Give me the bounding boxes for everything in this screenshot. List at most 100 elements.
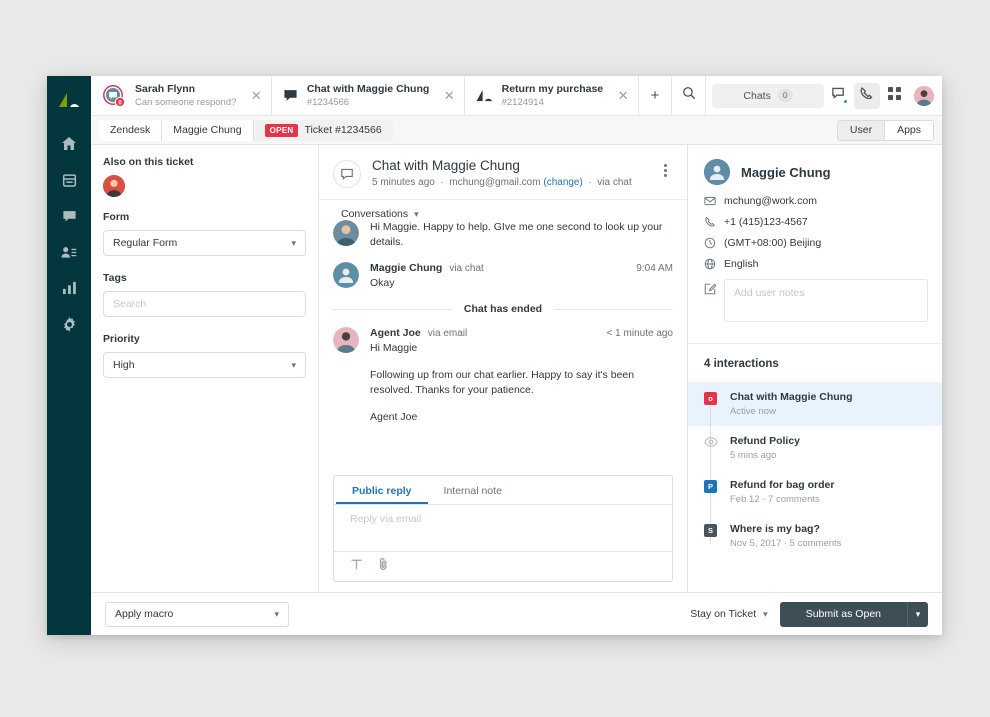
- toggle-user[interactable]: User: [837, 120, 885, 140]
- reply-textarea[interactable]: Reply via email: [334, 505, 672, 551]
- ticket-label: Ticket #1234566: [304, 124, 382, 136]
- breadcrumb-item-maggie-chung[interactable]: Maggie Chung: [162, 119, 254, 141]
- interaction-title: Where is my bag?: [730, 523, 820, 535]
- attachment-icon[interactable]: [377, 557, 390, 576]
- form-select[interactable]: Regular Form ▾: [103, 230, 306, 256]
- message-header: Agent Joe via email < 1 minute ago: [370, 327, 673, 339]
- also-on-ticket-avatar[interactable]: [103, 175, 125, 197]
- tab-chat-with-maggie-chung[interactable]: Chat with Maggie Chung #1234566 ✕: [271, 76, 465, 115]
- avatar[interactable]: [913, 85, 934, 106]
- conversation-channel: via chat: [597, 177, 632, 188]
- user-row-email: mchung@work.com: [704, 195, 928, 207]
- user-notes-input[interactable]: Add user notes: [724, 279, 928, 322]
- eye-icon: [704, 435, 718, 452]
- tab-strip: 0 Sarah Flynn Can someone respond? ✕ Cha…: [91, 76, 942, 116]
- user-name: Maggie Chung: [741, 164, 831, 180]
- message-body: Maggie Chung via chat 9:04 AM Okay: [370, 262, 673, 291]
- breadcrumb-item-ticket[interactable]: OPEN Ticket #1234566: [253, 119, 393, 141]
- chats-count-badge: 0: [777, 89, 793, 102]
- tab-return-my-purchase[interactable]: Return my purchase #2124914 ✕: [464, 76, 639, 115]
- mail-icon: [704, 195, 724, 207]
- grid-icon: [888, 86, 902, 105]
- list-item[interactable]: Refund Policy 5 mins ago: [688, 426, 942, 470]
- tags-placeholder: Search: [113, 298, 147, 310]
- apply-macro-value: Apply macro: [115, 608, 174, 620]
- plus-icon: +: [650, 87, 660, 104]
- globe-icon: [704, 258, 724, 270]
- sidebar-item-settings[interactable]: [52, 307, 86, 341]
- user-phone: +1 (415)123-4567: [724, 216, 808, 228]
- tab-internal-note[interactable]: Internal note: [428, 476, 518, 504]
- message-author: Maggie Chung: [370, 262, 443, 274]
- list-item[interactable]: P Refund for bag order Feb 12 · 7 commen…: [688, 470, 942, 514]
- list-item[interactable]: S Where is my bag? Nov 5, 2017 · 5 comme…: [688, 514, 942, 558]
- interaction-meta: 5 mins ago: [730, 450, 777, 461]
- change-email-link[interactable]: (change): [543, 177, 582, 188]
- tab-text: Return my purchase #2124914: [502, 83, 604, 109]
- stay-on-ticket-select[interactable]: Stay on Ticket ▾: [690, 608, 767, 620]
- zendesk-logo-icon[interactable]: [56, 87, 82, 113]
- message-body: Agent Joe via email < 1 minute ago Hi Ma…: [370, 327, 673, 425]
- submit-options-chevron-icon[interactable]: ▾: [907, 601, 928, 627]
- tab-subtitle: Can someone respond?: [135, 96, 237, 108]
- submit-group: Submit as Open ▾: [779, 601, 928, 627]
- tab-public-reply[interactable]: Public reply: [336, 476, 428, 504]
- interaction-title: Refund Policy: [730, 435, 801, 447]
- reply-composer: Public reply Internal note Reply via ema…: [333, 475, 673, 582]
- submit-as-open-button[interactable]: Submit as Open: [779, 601, 907, 627]
- interactions-list: o Chat with Maggie Chung Active now Refu…: [688, 382, 942, 558]
- conversation-scroll[interactable]: Conversations ▾ Hi Maggie. Happy to help…: [319, 199, 687, 475]
- avatar: [333, 262, 359, 288]
- search-icon: [682, 86, 696, 105]
- sidebar-item-home[interactable]: [52, 127, 86, 161]
- more-options-icon[interactable]: [658, 158, 673, 183]
- priority-select[interactable]: High ▾: [103, 352, 306, 378]
- chat-status-button[interactable]: [826, 83, 852, 109]
- message-time: < 1 minute ago: [606, 328, 673, 339]
- chats-pill-button[interactable]: Chats 0: [711, 83, 824, 108]
- interaction-meta: Active now: [730, 406, 776, 417]
- status-badge: OPEN: [264, 123, 299, 137]
- breadcrumb: Zendesk Maggie Chung OPEN Ticket #123456…: [99, 119, 393, 141]
- close-icon[interactable]: ✕: [444, 89, 455, 102]
- tab-subtitle: #1234566: [306, 96, 350, 108]
- tab-text: Chat with Maggie Chung #1234566: [306, 83, 430, 109]
- message-author: Agent Joe: [370, 327, 421, 339]
- content-columns: Also on this ticket Form Regular Form ▾ …: [91, 145, 942, 592]
- sidebar-item-reporting[interactable]: [52, 271, 86, 305]
- interactions-title: 4 interactions: [688, 343, 942, 382]
- close-icon[interactable]: ✕: [618, 89, 629, 102]
- search-button[interactable]: [672, 76, 706, 115]
- apply-macro-select[interactable]: Apply macro ▾: [105, 601, 289, 627]
- text-format-icon[interactable]: [350, 558, 363, 576]
- tags-input[interactable]: Search: [103, 291, 306, 317]
- chat-bubble-icon: [283, 88, 298, 103]
- close-icon[interactable]: ✕: [251, 89, 262, 102]
- tab-tools: Chats 0: [705, 76, 942, 115]
- breadcrumb-bar: Zendesk Maggie Chung OPEN Ticket #123456…: [91, 116, 942, 145]
- message-text: Hi Maggie. Happy to help. GIve me one se…: [370, 221, 663, 248]
- toggle-apps[interactable]: Apps: [884, 120, 933, 140]
- breadcrumb-label: Zendesk: [110, 124, 151, 136]
- list-item[interactable]: o Chat with Maggie Chung Active now: [688, 382, 942, 426]
- interaction-meta: Nov 5, 2017 · 5 comments: [730, 538, 842, 549]
- breadcrumb-item-zendesk[interactable]: Zendesk: [99, 119, 163, 141]
- tab-sarah-flynn[interactable]: 0 Sarah Flynn Can someone respond? ✕: [91, 76, 272, 115]
- interaction-text: Refund Policy 5 mins ago: [730, 435, 800, 461]
- tab-text: Sarah Flynn Can someone respond?: [135, 82, 237, 109]
- apps-grid-button[interactable]: [882, 83, 908, 109]
- online-status-dot: [842, 98, 848, 104]
- interaction-icon: P: [704, 479, 730, 505]
- sidebar-item-chat[interactable]: [52, 199, 86, 233]
- conversation-panel: Chat with Maggie Chung 5 minutes ago · m…: [319, 145, 687, 592]
- sidebar-item-views[interactable]: [52, 163, 86, 197]
- composer-tabs: Public reply Internal note: [334, 476, 672, 505]
- tab-title: Sarah Flynn: [135, 82, 196, 95]
- sidebar-item-customers[interactable]: [52, 235, 86, 269]
- chat-badge-icon: o: [704, 392, 717, 405]
- user-row-timezone: (GMT+08:00) Beijing: [704, 237, 928, 249]
- conversation-header: Chat with Maggie Chung 5 minutes ago · m…: [319, 145, 687, 199]
- add-tab-button[interactable]: +: [638, 76, 673, 115]
- phone-button[interactable]: [853, 82, 880, 109]
- interaction-text: Where is my bag? Nov 5, 2017 · 5 comment…: [730, 523, 841, 549]
